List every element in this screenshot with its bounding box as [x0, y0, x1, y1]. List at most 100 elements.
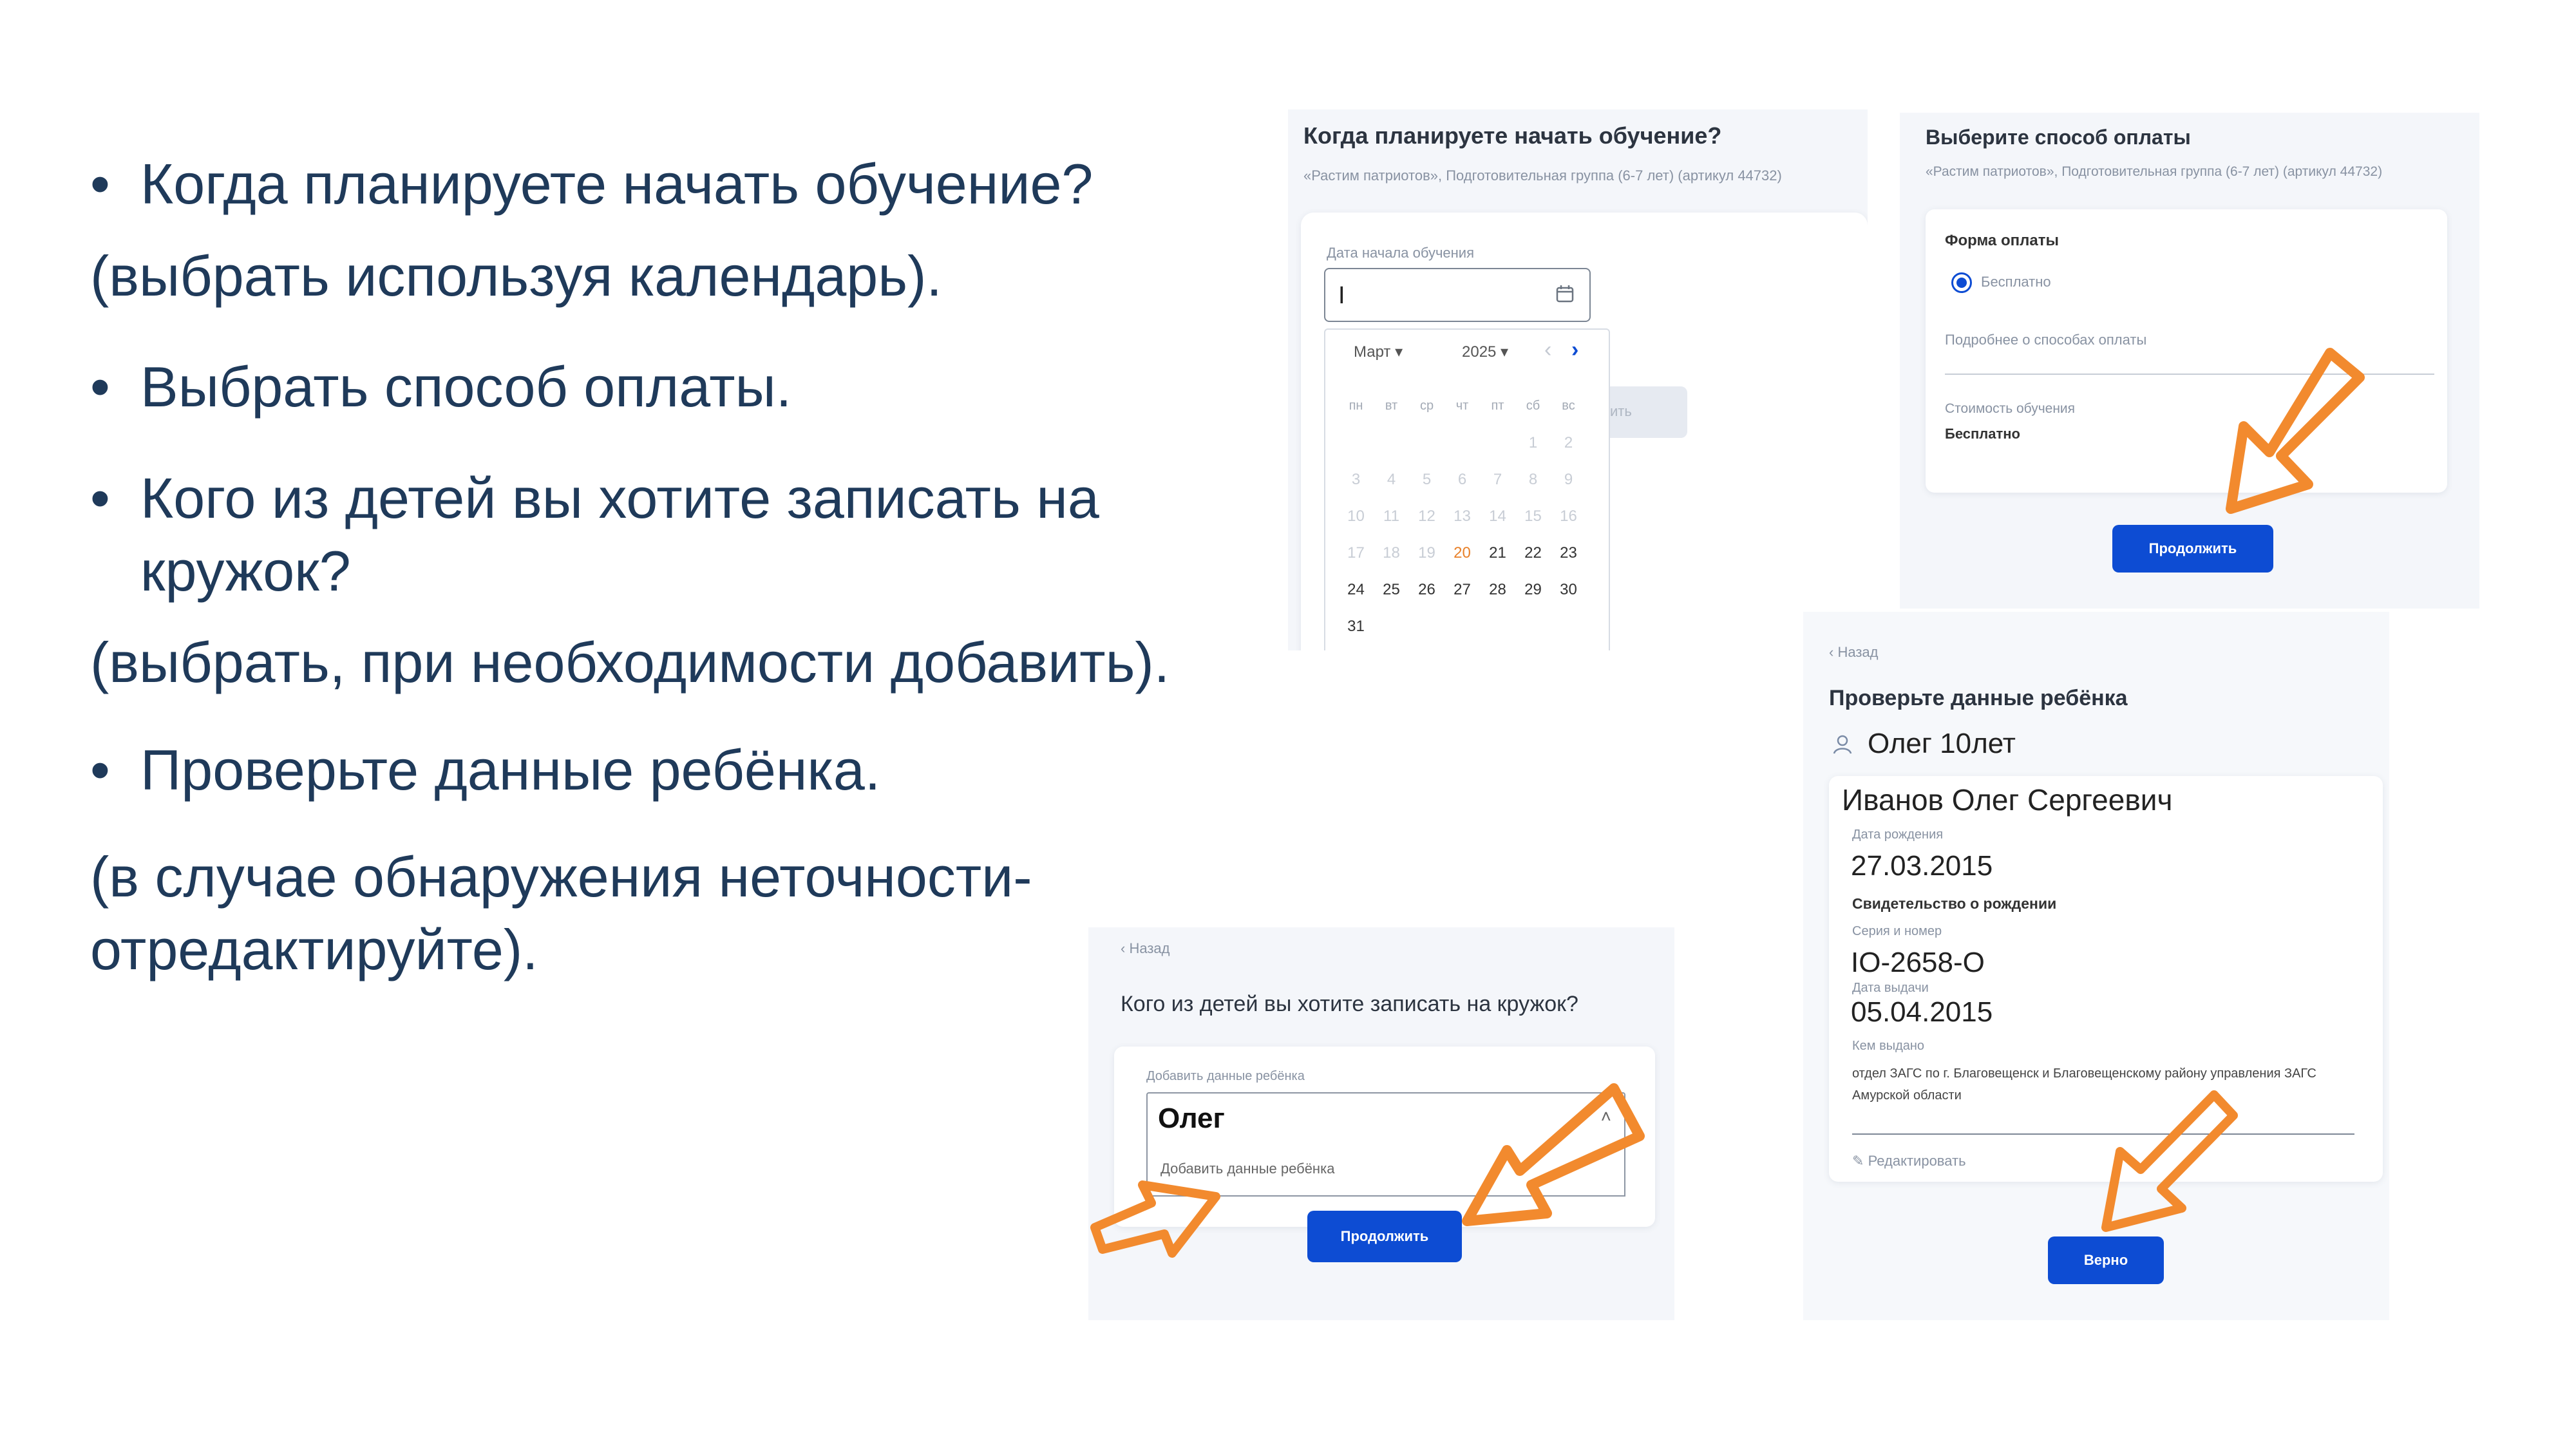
calendar-day: 5: [1422, 471, 1432, 488]
empty-cell: [1515, 608, 1551, 645]
calendar-day: 7: [1493, 471, 1502, 488]
payment-subtitle: «Растим патриотов», Подготовительная гру…: [1926, 164, 2383, 179]
calendar-day: 18: [1383, 544, 1400, 562]
add-child-option[interactable]: Добавить данные ребёнка: [1146, 1142, 1625, 1197]
bullet-payment: Выбрать способ оплаты.: [90, 351, 1288, 424]
calendar-day: 13: [1454, 507, 1471, 525]
free-radio-label: Бесплатно: [1981, 274, 2051, 290]
calendar-day: 9: [1564, 471, 1573, 488]
calendar-day: 3: [1351, 471, 1361, 488]
birth-date-value: 27.03.2015: [1851, 850, 1993, 882]
calendar-day: 17: [1347, 544, 1365, 562]
verify-title: Проверьте данные ребёнка: [1829, 686, 2128, 710]
note-add-child: (выбрать, при необходимости добавить).: [90, 630, 1170, 695]
empty-cell: [1409, 424, 1444, 461]
start-date-input[interactable]: I: [1324, 268, 1591, 322]
payment-card: [1926, 209, 2447, 493]
weekday-label: сб: [1526, 399, 1540, 413]
calendar-day[interactable]: 25: [1374, 571, 1409, 608]
chevron-up-icon: ˄: [1600, 1106, 1611, 1126]
payment-details-link[interactable]: Подробнее о способах оплаты: [1945, 332, 2146, 348]
calendar-day[interactable]: 26: [1409, 571, 1444, 608]
bullet-start-date: Когда планируете начать обучение?: [90, 148, 1288, 221]
child-icon: [1833, 735, 1852, 754]
calendar-day[interactable]: 24: [1338, 571, 1374, 608]
year-value: 2025: [1462, 343, 1497, 361]
calendar-day[interactable]: 31: [1338, 608, 1374, 645]
date-field-label: Дата начала обучения: [1327, 245, 1475, 261]
continue-button-disabled-label: ить: [1610, 403, 1632, 419]
weekday-label: ср: [1419, 399, 1434, 413]
add-child-option-label: Добавить данные ребёнка: [1160, 1160, 1335, 1177]
calendar-day: 1: [1528, 434, 1538, 451]
payment-form-label: Форма оплаты: [1945, 232, 2059, 249]
payment-title: Выберите способ оплаты: [1926, 126, 2191, 149]
choose-child-screenshot: ‹ Назад Кого из детей вы хотите записать…: [1088, 927, 1674, 1320]
weekday-label: вт: [1385, 399, 1398, 413]
continue-button[interactable]: Продолжить: [1307, 1211, 1462, 1262]
issuer-label: Кем выдано: [1852, 1039, 1925, 1053]
birth-date-label: Дата рождения: [1852, 828, 1944, 842]
calendar-day: 12: [1418, 507, 1435, 525]
calendar-popup: Март ▾ 2025 ▾ ‹ › пн вт ср чт пт сб вс 1 2 3 4 5 6 7 8…: [1324, 328, 1610, 650]
empty-cell: [1444, 608, 1480, 645]
verify-child-screenshot: ‹ Назад Проверьте данные ребёнка Олег 10…: [1803, 612, 2389, 1320]
issue-date-label: Дата выдачи: [1852, 981, 1929, 995]
empty-cell: [1551, 608, 1586, 645]
empty-cell: [1480, 608, 1515, 645]
calendar-day: 4: [1387, 471, 1396, 488]
series-value: IO-2658-O: [1851, 947, 1985, 978]
back-link[interactable]: ‹ Назад: [1121, 940, 1170, 957]
calendar-day: 2: [1564, 434, 1573, 451]
calendar-day[interactable]: 20: [1444, 535, 1480, 571]
note-calendar: (выбрать используя календарь).: [90, 243, 942, 308]
back-link[interactable]: ‹ Назад: [1829, 644, 1878, 661]
child-full-name: Иванов Олег Сергеевич: [1842, 783, 2173, 817]
calendar-day[interactable]: 30: [1551, 571, 1586, 608]
calendar-icon[interactable]: [1555, 283, 1575, 304]
edit-link[interactable]: ✎ Редактировать: [1852, 1153, 1966, 1170]
edit-label: Редактировать: [1868, 1153, 1966, 1169]
note-edit-line1: (в случае обнаружения неточности-: [90, 845, 1032, 909]
calendar-day: 10: [1347, 507, 1365, 525]
weekday-label: чт: [1455, 399, 1469, 413]
cost-value: Бесплатно: [1945, 426, 2020, 442]
calendar-day[interactable]: 27: [1444, 571, 1480, 608]
calendar-day: 15: [1524, 507, 1542, 525]
empty-cell: [1374, 608, 1409, 645]
calendar-day: 6: [1457, 471, 1467, 488]
confirm-button[interactable]: Верно: [2048, 1236, 2164, 1284]
continue-button[interactable]: Продолжить: [2112, 525, 2273, 573]
calendar-day: 14: [1489, 507, 1506, 525]
child-field-label: Добавить данные ребёнка: [1146, 1069, 1305, 1083]
weekday-label: пт: [1491, 399, 1504, 413]
calendar-day[interactable]: 23: [1551, 535, 1586, 571]
calendar-day[interactable]: 29: [1515, 571, 1551, 608]
empty-cell: [1409, 608, 1444, 645]
calendar-day[interactable]: 22: [1515, 535, 1551, 571]
divider: [1852, 1133, 2354, 1135]
choose-child-title: Кого из детей вы хотите записать на круж…: [1121, 992, 1578, 1016]
start-date-title: Когда планируете начать обучение?: [1303, 122, 1722, 149]
year-select[interactable]: 2025 ▾: [1462, 343, 1508, 361]
weekday-label: пн: [1349, 399, 1363, 413]
prev-month-icon[interactable]: ‹: [1544, 337, 1551, 363]
calendar-day[interactable]: 28: [1480, 571, 1515, 608]
bullet-child-line2: кружок?: [140, 538, 351, 603]
month-select[interactable]: Март ▾: [1354, 343, 1403, 361]
certificate-title: Свидетельство о рождении: [1852, 895, 2057, 912]
next-month-icon[interactable]: ›: [1571, 337, 1578, 363]
series-label: Серия и номер: [1852, 924, 1942, 938]
bullet-verify: Проверьте данные ребёнка.: [90, 734, 1288, 807]
child-short-name: Олег 10лет: [1868, 728, 2016, 759]
calendar-grid: пн вт ср чт пт сб вс 1 2 3 4 5 6 7 8 9 10 11 12 13 14 15 16 17 1…: [1338, 388, 1586, 645]
free-radio[interactable]: [1951, 272, 1972, 293]
empty-cell: [1444, 424, 1480, 461]
note-edit-line2: отредактируйте).: [90, 918, 538, 981]
child-select[interactable]: Олег ˄: [1146, 1092, 1625, 1145]
payment-screenshot: Выберите способ оплаты «Растим патриотов…: [1900, 113, 2479, 609]
month-value: Март: [1354, 343, 1391, 361]
weekday-label: вс: [1562, 399, 1575, 413]
empty-cell: [1480, 424, 1515, 461]
calendar-day[interactable]: 21: [1480, 535, 1515, 571]
